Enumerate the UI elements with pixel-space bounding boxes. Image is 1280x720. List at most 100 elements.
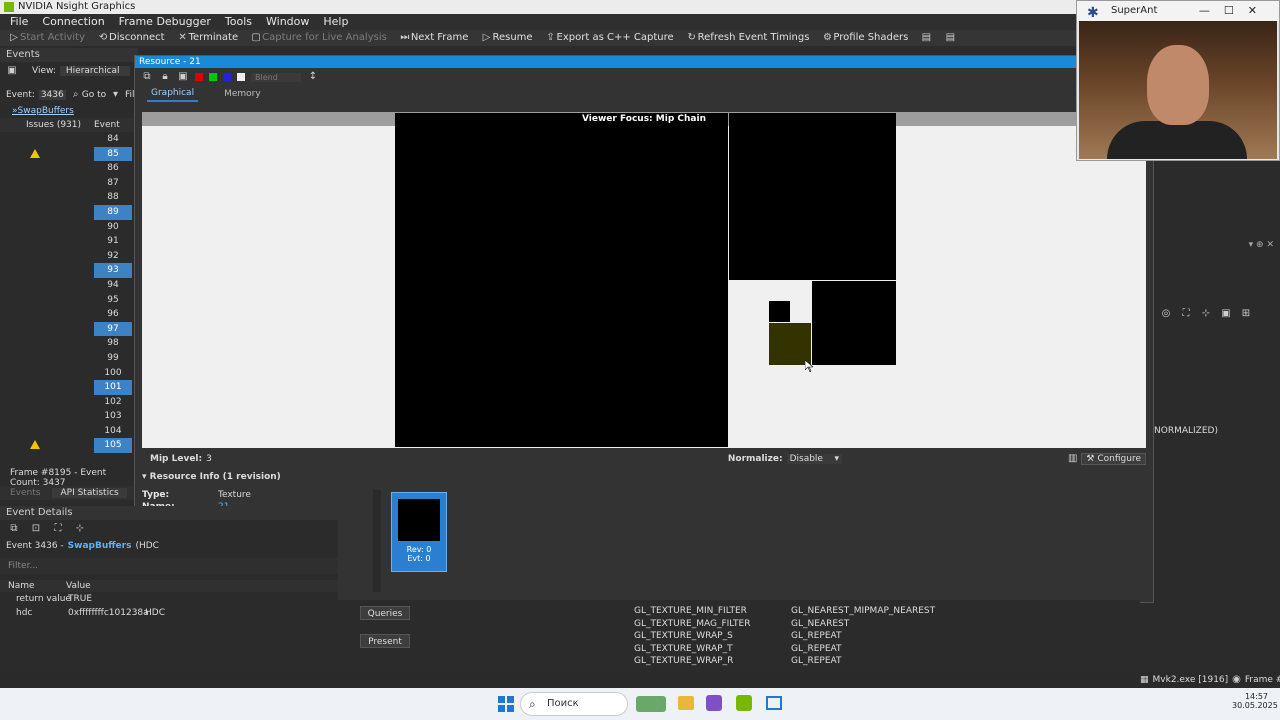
menu-file[interactable]: File: [10, 14, 28, 30]
windows-start-icon[interactable]: [498, 696, 514, 712]
start-activity-button[interactable]: ▷ Start Activity: [8, 32, 85, 44]
goto-button[interactable]: ⌕ Go to: [70, 89, 106, 101]
document-alt-icon[interactable]: ▤: [944, 32, 956, 44]
resume-button[interactable]: ▷ Resume: [480, 32, 533, 44]
expand-icon[interactable]: ⊹: [1200, 308, 1212, 320]
event-detail-row[interactable]: hdc 0xffffffffc101238a HDC: [0, 606, 338, 620]
event-row[interactable]: 105: [0, 438, 138, 454]
event-row[interactable]: 95: [0, 293, 138, 308]
expand-icon[interactable]: ⊹: [74, 523, 86, 535]
save-icon[interactable]: ▣: [1220, 308, 1232, 320]
document-icon[interactable]: ▤: [920, 32, 932, 44]
texture-property-row[interactable]: GL_TEXTURE_MAG_FILTER GL_NEAREST: [620, 619, 1140, 631]
capture-live-button[interactable]: ▢Capture for Live Analysis: [250, 32, 386, 44]
event-row[interactable]: 91: [0, 234, 138, 249]
event-row[interactable]: 88: [0, 190, 138, 205]
app-window-icon[interactable]: [766, 696, 782, 710]
next-frame-button[interactable]: ⏭ Next Frame: [399, 32, 468, 44]
green-channel-toggle[interactable]: [209, 73, 217, 81]
mip-level-4[interactable]: [769, 301, 790, 322]
menu-help[interactable]: Help: [323, 14, 348, 30]
blend-select[interactable]: Blend: [251, 72, 301, 82]
event-row[interactable]: 99: [0, 351, 138, 366]
queries-button[interactable]: Queries: [360, 606, 410, 620]
event-row[interactable]: 100: [0, 366, 138, 381]
event-row[interactable]: 92: [0, 249, 138, 264]
event-row[interactable]: 102: [0, 395, 138, 410]
tab-graphical[interactable]: Graphical: [147, 86, 199, 102]
menu-tools[interactable]: Tools: [225, 14, 252, 30]
export-cpp-button[interactable]: ⇪ Export as C++ Capture: [545, 32, 673, 44]
event-row[interactable]: 84: [0, 132, 138, 147]
grid-icon[interactable]: ⊞: [1240, 308, 1252, 320]
copy-icon[interactable]: ⧉: [141, 71, 153, 83]
event-row[interactable]: 98: [0, 336, 138, 351]
settings-icon[interactable]: ▣: [6, 65, 18, 77]
refresh-timings-button[interactable]: ↻ Refresh Event Timings: [686, 32, 809, 44]
lock-icon[interactable]: ⊡: [30, 523, 42, 535]
event-row[interactable]: 103: [0, 409, 138, 424]
blue-channel-toggle[interactable]: [223, 73, 231, 81]
normalize-select[interactable]: Disable ▾: [786, 454, 842, 464]
texture-property-row[interactable]: GL_TEXTURE_WRAP_T GL_REPEAT: [620, 644, 1140, 656]
mip-level-0[interactable]: [395, 113, 728, 447]
event-row[interactable]: 97: [0, 321, 138, 337]
taskbar-app-landscape-icon[interactable]: [636, 696, 666, 712]
red-channel-toggle[interactable]: [195, 73, 203, 81]
mip-level-value[interactable]: 3: [206, 454, 212, 464]
view-select[interactable]: Hierarchical: [59, 66, 130, 76]
col-value[interactable]: Value: [66, 580, 91, 592]
texture-property-row[interactable]: GL_TEXTURE_WRAP_S GL_REPEAT: [620, 631, 1140, 643]
window-controls[interactable]: —☐✕: [1199, 1, 1271, 21]
event-row[interactable]: 101: [0, 380, 138, 395]
terminate-button[interactable]: ✕ Terminate: [177, 32, 238, 44]
menu-window[interactable]: Window: [266, 14, 309, 30]
event-detail-row[interactable]: return value TRUE: [0, 592, 338, 606]
taskbar-clock[interactable]: 14:57 30.05.2025: [1232, 692, 1278, 710]
disconnect-button[interactable]: ⟲ Disconnect: [97, 32, 165, 44]
event-row[interactable]: 90: [0, 220, 138, 235]
alpha-channel-toggle[interactable]: [237, 73, 245, 81]
profile-shaders-button[interactable]: ⚙ Profile Shaders: [821, 32, 908, 44]
event-row[interactable]: 104: [0, 424, 138, 439]
nsight-taskbar-icon[interactable]: [736, 695, 752, 711]
fit-icon[interactable]: ⛶: [1180, 308, 1192, 320]
save-icon[interactable]: ▣: [177, 71, 189, 83]
revision-thumbnail[interactable]: Rev: 0 Evt: 0: [391, 492, 447, 572]
circle-icon[interactable]: ◎: [1160, 308, 1172, 320]
copy-icon[interactable]: ⧉: [8, 523, 20, 535]
event-row[interactable]: 87: [0, 176, 138, 191]
texture-property-row[interactable]: GL_TEXTURE_MIN_FILTER GL_NEAREST_MIPMAP_N…: [620, 606, 1140, 618]
mip-level-1[interactable]: [729, 113, 896, 280]
mip-level-2[interactable]: [812, 281, 896, 365]
menu-connection[interactable]: Connection: [42, 14, 104, 30]
tab-memory[interactable]: Memory: [220, 87, 265, 101]
histogram-icon[interactable]: ▥: [1068, 453, 1077, 465]
lock-icon[interactable]: 🔒︎: [159, 71, 171, 83]
chevron-down-icon[interactable]: ▾: [110, 89, 121, 101]
texture-viewer-canvas[interactable]: Viewer Focus: Mip Chain: [142, 112, 1146, 448]
col-issues[interactable]: Issues (931): [26, 118, 81, 132]
event-row[interactable]: 94: [0, 278, 138, 293]
tab-events[interactable]: Events: [0, 488, 40, 498]
file-explorer-icon[interactable]: [678, 696, 694, 710]
event-details-filter[interactable]: Filter...: [0, 558, 338, 574]
info-scrollbar[interactable]: [373, 490, 381, 592]
event-row[interactable]: 89: [0, 204, 138, 220]
col-event[interactable]: Event: [94, 118, 120, 132]
mip-level-3[interactable]: [769, 323, 811, 365]
event-input[interactable]: 3436: [38, 90, 66, 100]
vertical-arrows-icon[interactable]: ↕: [307, 71, 319, 83]
fit-icon[interactable]: ⛶: [52, 523, 64, 535]
swapbuffers-breadcrumb[interactable]: »SwapBuffers: [0, 104, 138, 118]
col-name[interactable]: Name: [8, 580, 35, 592]
tab-api-statistics[interactable]: API Statistics: [52, 488, 127, 498]
menu-frame-debugger[interactable]: Frame Debugger: [119, 14, 211, 30]
visual-studio-icon[interactable]: [706, 695, 722, 711]
event-row[interactable]: 85: [0, 146, 138, 162]
taskbar-search[interactable]: ⌕ Поиск: [520, 692, 628, 716]
present-button[interactable]: Present: [360, 634, 410, 648]
resource-info-header[interactable]: ▾ Resource Info (1 revision): [142, 472, 281, 482]
event-row[interactable]: 93: [0, 263, 138, 278]
event-row[interactable]: 96: [0, 307, 138, 322]
